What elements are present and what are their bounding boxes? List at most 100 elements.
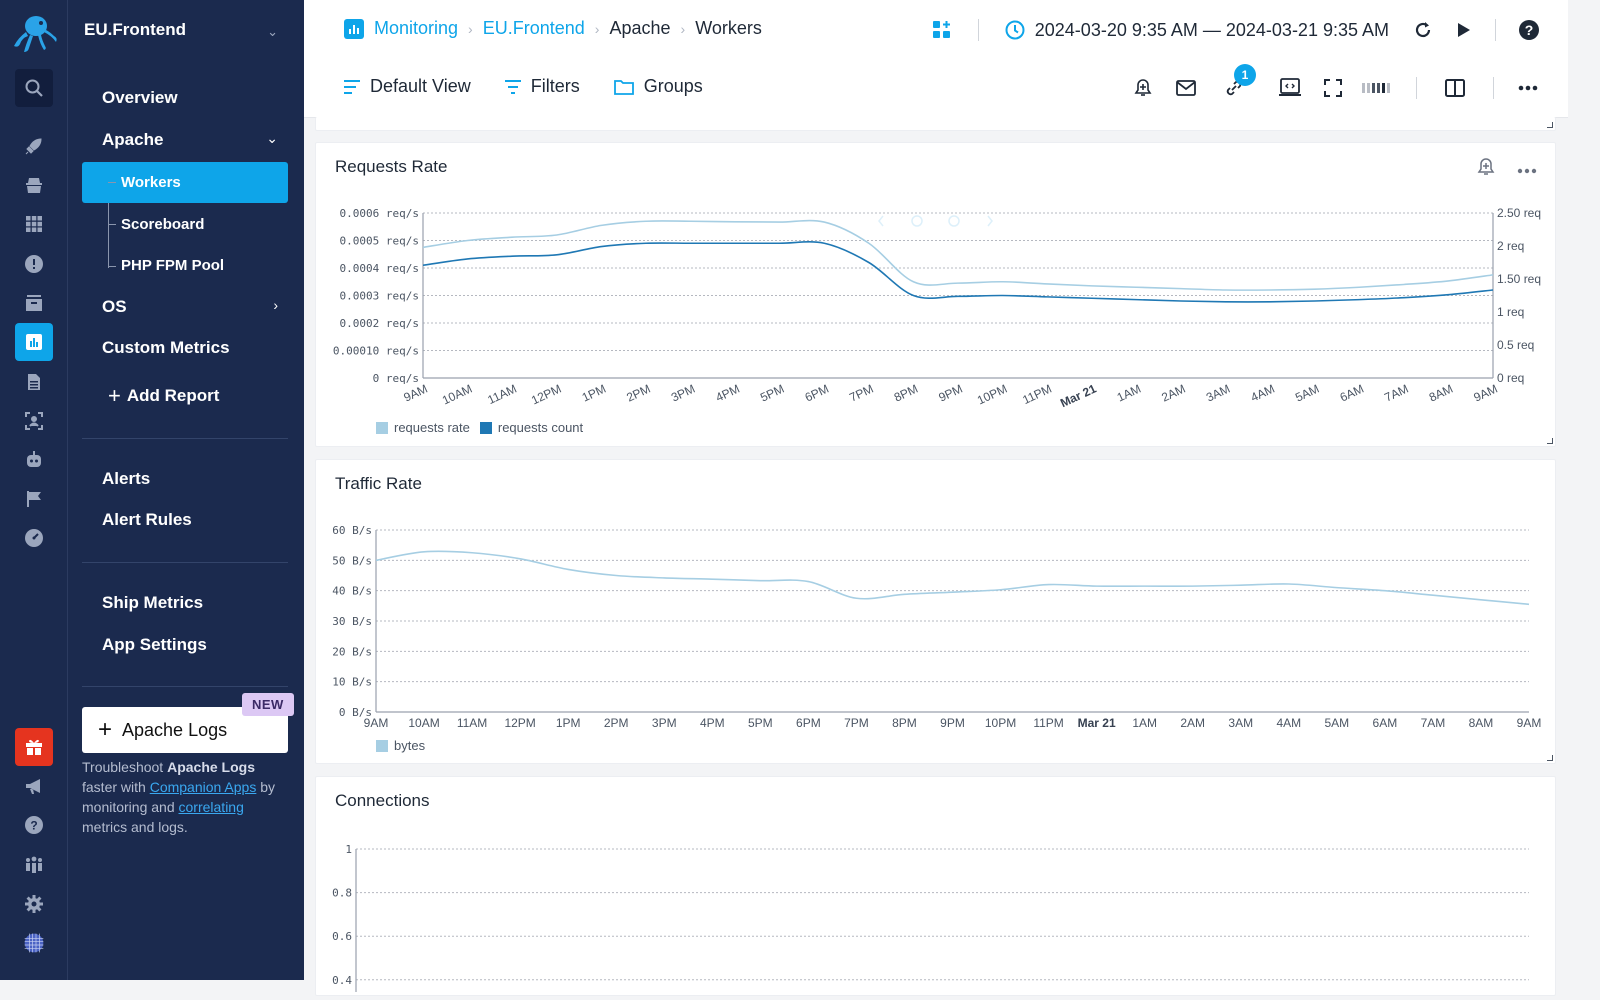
promo-text-1: Troubleshoot [82, 759, 168, 775]
chevron-down-icon[interactable]: ⌄ [267, 24, 278, 40]
nav-overview[interactable]: Overview [102, 88, 178, 108]
legend-item-requests-count[interactable]: requests count [479, 420, 584, 435]
add-report-button[interactable]: + Add Report [108, 383, 219, 409]
search-icon[interactable] [15, 69, 53, 107]
help-icon[interactable]: ? [15, 806, 53, 844]
y-tick-label: 50 B/s [332, 554, 372, 567]
nav-apache[interactable]: Apache [102, 130, 163, 150]
y-tick-label: 0 req/s [373, 372, 419, 385]
y-tick-label: 0.0003 req/s [340, 290, 419, 303]
x-tick-label: 8AM [1469, 716, 1494, 730]
chevron-down-icon[interactable]: ⌄ [266, 130, 278, 147]
nav-os[interactable]: OS [102, 297, 127, 317]
fullscreen-icon[interactable] [1324, 79, 1342, 97]
y-right-tick-label: 1.50 req [1497, 272, 1541, 286]
groups-button[interactable]: Groups [613, 76, 703, 97]
bell-plus-icon[interactable] [1134, 78, 1152, 98]
filters-button[interactable]: Filters [504, 76, 580, 97]
x-tick-label: 4AM [1248, 381, 1276, 404]
more-options-icon[interactable] [1518, 85, 1538, 91]
legend-label: requests count [497, 420, 584, 435]
nav-custom-metrics[interactable]: Custom Metrics [102, 338, 230, 358]
metrics-icon[interactable] [15, 323, 53, 361]
archive-icon[interactable] [15, 284, 53, 322]
nav-alerts[interactable]: Alerts [102, 469, 150, 489]
x-tick-label: 7AM [1421, 716, 1446, 730]
app-navigation: EU.Frontend ⌄ Overview Apache ⌄ Workers … [68, 0, 304, 980]
x-tick-label: 9AM [1517, 716, 1542, 730]
zoom-out-icon [911, 215, 923, 227]
time-range-picker[interactable]: 2024-03-20 9:35 AM — 2024-03-21 9:35 AM [1005, 20, 1389, 41]
legend-swatch [376, 739, 388, 752]
x-tick-label: 6PM [803, 381, 831, 404]
rocket-icon[interactable] [15, 127, 53, 165]
chevron-right-icon[interactable]: › [273, 297, 278, 313]
legend-item-bytes[interactable]: bytes [376, 738, 425, 753]
legend-item-requests-rate[interactable]: requests rate [376, 420, 470, 435]
x-tick-label: 6AM [1338, 381, 1366, 404]
default-view-button[interactable]: Default View [344, 76, 471, 97]
nav-ship-metrics[interactable]: Ship Metrics [102, 593, 203, 613]
x-tick-label: 11AM [485, 381, 519, 407]
refresh-icon[interactable] [1413, 20, 1433, 40]
add-dashboard-icon[interactable] [932, 20, 952, 40]
resize-handle[interactable] [1547, 755, 1553, 761]
more-options-icon[interactable] [1517, 161, 1537, 179]
x-tick-label: 1PM [556, 716, 581, 730]
breadcrumb-account[interactable]: EU.Frontend [483, 18, 585, 39]
x-tick-label: 3AM [1228, 716, 1253, 730]
x-tick-label: 2PM [604, 716, 629, 730]
octopus-logo-icon[interactable] [10, 12, 60, 54]
y-tick-label: 0.0006 req/s [340, 207, 419, 220]
breadcrumb-apache[interactable]: Apache [609, 18, 670, 39]
apps-grid-icon[interactable] [15, 205, 53, 243]
x-tick-label: 5PM [748, 716, 773, 730]
requests-rate-chart[interactable]: 0 req/s 0.00010 req/s 0.0002 req/s 0.0003 r… [316, 198, 1556, 448]
bell-plus-icon[interactable] [1477, 157, 1495, 182]
resize-handle[interactable] [1547, 122, 1553, 128]
density-icon[interactable] [1362, 83, 1390, 93]
megaphone-icon[interactable] [15, 767, 53, 805]
avatar-globe-icon[interactable] [15, 924, 53, 962]
x-tick-label: 3PM [669, 381, 697, 404]
dashboard-gauge-icon[interactable] [15, 519, 53, 557]
connections-chart[interactable]: 0.4 0.6 0.8 1 [316, 832, 1556, 992]
resize-handle[interactable] [1547, 438, 1553, 444]
x-tick-label: 7PM [847, 381, 875, 404]
embed-icon[interactable] [1278, 78, 1302, 98]
folder-icon [613, 79, 634, 95]
new-badge: NEW [242, 693, 294, 716]
document-icon[interactable] [15, 363, 53, 401]
breadcrumb-monitoring[interactable]: Monitoring [374, 18, 458, 39]
flag-icon[interactable] [15, 480, 53, 518]
x-tick-label: 1PM [580, 381, 608, 404]
help-icon[interactable]: ? [1518, 19, 1540, 41]
play-icon[interactable] [1455, 22, 1471, 38]
nav-app-settings[interactable]: App Settings [102, 635, 207, 655]
mail-icon[interactable] [1176, 80, 1196, 96]
divider [82, 438, 288, 439]
alert-icon[interactable] [15, 245, 53, 283]
companion-apps-link[interactable]: Companion Apps [150, 779, 257, 795]
correlating-link[interactable]: correlating [179, 799, 244, 815]
y-tick-label: 0.4 [332, 974, 352, 987]
nav-alert-rules[interactable]: Alert Rules [102, 510, 192, 530]
series-line-requests-count [422, 241, 1494, 303]
x-tick-label: 6PM [796, 716, 821, 730]
y-tick-label: 0.0005 req/s [340, 235, 419, 248]
team-icon[interactable] [15, 846, 53, 884]
robot-icon[interactable] [15, 441, 53, 479]
account-selector[interactable]: EU.Frontend [84, 20, 186, 40]
share-link-icon[interactable]: 1 [1224, 64, 1256, 98]
settings-icon[interactable] [15, 885, 53, 923]
spy-icon[interactable] [15, 166, 53, 204]
legend-swatch [376, 421, 388, 434]
tree-branch [108, 182, 116, 183]
split-view-icon[interactable] [1445, 79, 1465, 97]
gift-icon[interactable] [15, 728, 53, 766]
traffic-rate-chart[interactable]: 0 B/s10 B/s20 B/s30 B/s40 B/s50 B/s60 B/… [316, 515, 1556, 755]
series-line-bytes [375, 550, 1530, 606]
user-scan-icon[interactable] [15, 402, 53, 440]
previous-panel-edge [315, 117, 1556, 131]
default-view-label: Default View [370, 76, 471, 96]
